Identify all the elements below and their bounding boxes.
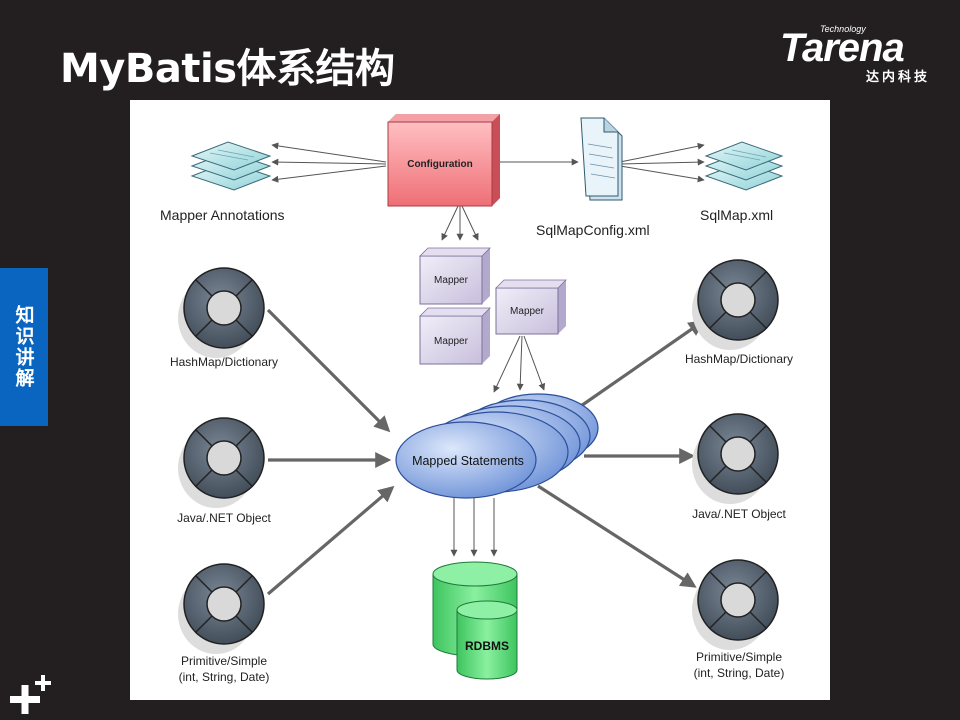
- mapped-statements-label: Mapped Statements: [412, 454, 524, 468]
- slide-title: MyBatis体系结构: [60, 46, 395, 92]
- output-primitive-label-2: (int, String, Date): [694, 666, 785, 680]
- rdbms-label: RDBMS: [465, 639, 509, 653]
- input-object-icon: [178, 417, 265, 508]
- sqlmap-label: SqlMap.xml: [700, 207, 773, 223]
- output-primitive-icon: [692, 559, 779, 650]
- output-object-label: Java/.NET Object: [692, 507, 786, 521]
- side-tab[interactable]: 知识讲解: [0, 268, 48, 426]
- mapper-label-3: Mapper: [510, 306, 545, 317]
- mapper-arrows: [493, 335, 546, 393]
- output-hashmap-label: HashMap/Dictionary: [685, 352, 793, 366]
- rdbms-database-icon: [432, 561, 518, 680]
- output-object-icon: [692, 413, 779, 504]
- mapper-annotations-label: Mapper Annotations: [160, 207, 285, 223]
- mapper-label-1: Mapper: [434, 275, 469, 286]
- input-primitive-label-2: (int, String, Date): [179, 670, 270, 684]
- rdbms-arrows: [450, 498, 498, 557]
- mapped-statements-node: [395, 393, 599, 499]
- plus-logo-icon: [10, 675, 51, 714]
- architecture-diagram: Mapper Annotations Configuration SqlMapC…: [130, 100, 830, 700]
- brand-name: Tarena: [780, 26, 905, 70]
- brand-logo: Technology Tarena 达内科技: [780, 24, 946, 85]
- sqlmap-icon: [704, 141, 784, 191]
- input-hashmap-label: HashMap/Dictionary: [170, 355, 278, 369]
- mapper-label-2: Mapper: [434, 336, 469, 347]
- input-primitive-label-1: Primitive/Simple: [181, 654, 267, 668]
- brand-cn-name: 达内科技: [866, 70, 931, 85]
- output-primitive-label-1: Primitive/Simple: [696, 650, 782, 664]
- input-hashmap-icon: [178, 267, 265, 358]
- input-primitive-icon: [178, 563, 265, 654]
- input-object-label: Java/.NET Object: [177, 511, 271, 525]
- configuration-label: Configuration: [407, 159, 473, 170]
- side-tab-label: 知识讲解: [12, 305, 35, 389]
- sqlmapconfig-label: SqlMapConfig.xml: [536, 222, 650, 238]
- mapper-annotations-icon: [190, 141, 272, 191]
- sqlmapconfig-icon: [580, 117, 623, 201]
- output-hashmap-icon: [692, 259, 779, 350]
